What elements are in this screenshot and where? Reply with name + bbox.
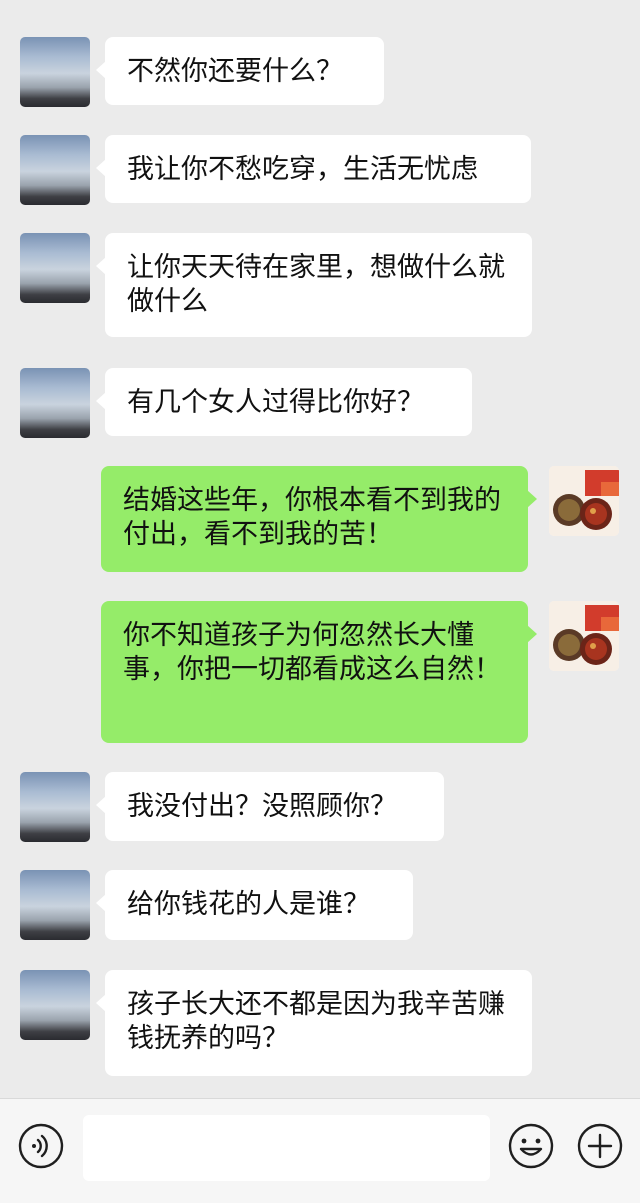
food-photo-icon [549,601,619,671]
contact-avatar[interactable] [20,37,90,107]
voice-icon[interactable] [18,1123,64,1169]
incoming-message-bubble[interactable]: 有几个女人过得比你好？ [96,368,472,436]
chat-input-bar [0,1098,640,1203]
contact-avatar[interactable] [20,135,90,205]
outgoing-message-bubble[interactable]: 你不知道孩子为何忽然长大懂事，你把一切都看成这么自然！ [101,601,537,743]
chat-message-list[interactable]: 不然你还要什么？ 我让你不愁吃穿，生活无忧虑 让你天天待在家里，想做什么就做什么… [0,0,640,1098]
contact-avatar[interactable] [20,870,90,940]
contact-avatar[interactable] [20,772,90,842]
contact-avatar[interactable] [20,368,90,438]
incoming-message-bubble[interactable]: 给你钱花的人是谁？ [96,870,413,940]
contact-avatar[interactable] [20,970,90,1040]
my-avatar[interactable] [549,601,619,671]
my-avatar[interactable] [549,466,619,536]
food-photo-icon [549,466,619,536]
incoming-message-bubble[interactable]: 我让你不愁吃穿，生活无忧虑 [96,135,531,203]
message-input[interactable] [83,1115,490,1181]
incoming-message-bubble[interactable]: 让你天天待在家里，想做什么就做什么 [96,233,532,337]
contact-avatar[interactable] [20,233,90,303]
outgoing-message-bubble[interactable]: 结婚这些年，你根本看不到我的付出，看不到我的苦！ [101,466,537,572]
incoming-message-bubble[interactable]: 孩子长大还不都是因为我辛苦赚钱抚养的吗？ [96,970,532,1076]
plus-icon[interactable] [577,1123,623,1169]
incoming-message-bubble[interactable]: 不然你还要什么？ [96,37,384,105]
incoming-message-bubble[interactable]: 我没付出？没照顾你？ [96,772,444,841]
emoji-icon[interactable] [508,1123,554,1169]
